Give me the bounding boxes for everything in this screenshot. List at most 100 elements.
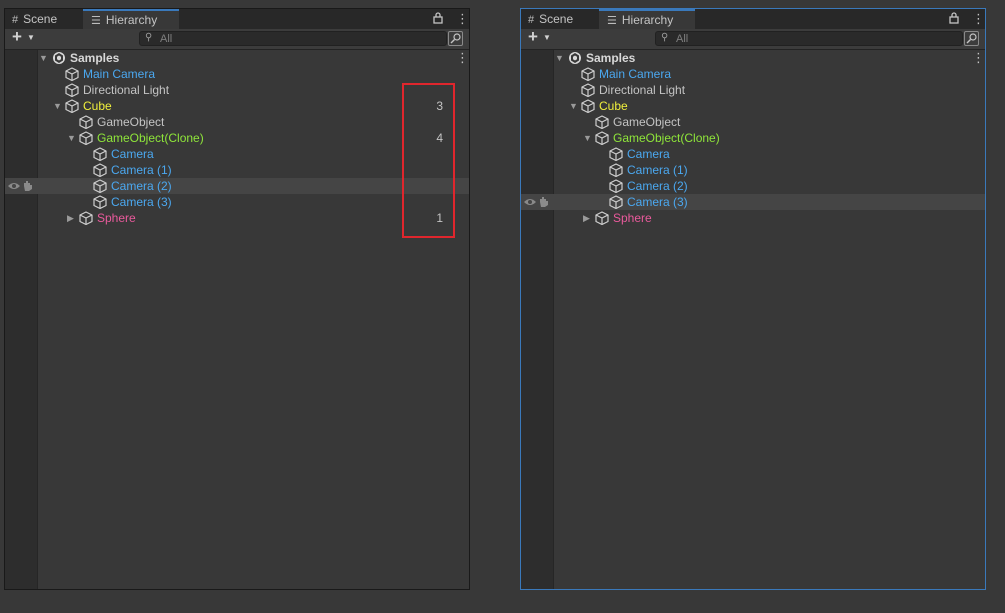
add-button[interactable]: + ▼ (10, 27, 40, 47)
filter-icon[interactable] (964, 31, 979, 46)
tab-bar: # Scene ☰ Hierarchy ⋮ (5, 9, 469, 30)
item-label: Sphere (97, 211, 136, 225)
gameobject-cube-icon (93, 179, 107, 193)
gameobject-cube-icon (595, 115, 609, 129)
tree-item-gameobject-clone[interactable]: ▼ GameObject(Clone) 4 (5, 130, 469, 146)
chevron-down-icon: ▼ (27, 33, 35, 42)
add-button[interactable]: + ▼ (526, 27, 556, 47)
gameobject-cube-icon (65, 99, 79, 113)
collapse-arrow-icon[interactable]: ▼ (53, 98, 62, 114)
tree-item-directional-light[interactable]: Directional Light (5, 82, 469, 98)
tab-scene-label: Scene (539, 12, 574, 26)
tab-scene[interactable]: # Scene (521, 9, 597, 29)
gameobject-cube-icon (65, 83, 79, 97)
item-label: GameObject(Clone) (613, 131, 720, 145)
collapse-arrow-icon[interactable]: ▼ (67, 130, 76, 146)
lock-icon[interactable] (947, 11, 961, 25)
item-label: Camera (2) (627, 179, 688, 193)
gameobject-cube-icon (609, 195, 623, 209)
hierarchy-window-right: #Scene ☰Hierarchy ⋮ +▼ ⚲ ▼ Samples ⋮ Mai… (520, 8, 986, 590)
tree-item-camera-1[interactable]: Camera (1) (521, 162, 985, 178)
tab-hierarchy[interactable]: ☰ Hierarchy (599, 9, 695, 29)
scene-root-label: Samples (586, 51, 636, 65)
visibility-eye-icon[interactable] (523, 197, 537, 207)
search-input[interactable] (160, 32, 430, 45)
tree-item-cube[interactable]: ▼ Cube (521, 98, 985, 114)
tab-bar: # Scene ☰ Hierarchy ⋮ (521, 9, 985, 30)
unity-logo-icon (568, 51, 582, 65)
hierarchy-toolbar: + ▼ ⚲ (521, 27, 985, 50)
more-options-icon[interactable]: ⋮ (972, 12, 985, 25)
tab-hierarchy-label: Hierarchy (105, 13, 158, 27)
item-label: Camera (627, 147, 670, 161)
tree-item-gameobject[interactable]: GameObject (5, 114, 469, 130)
gameobject-cube-icon (79, 131, 93, 145)
item-label: Camera (1) (111, 163, 172, 177)
expand-arrow-icon[interactable]: ▶ (67, 210, 74, 226)
filter-icon[interactable] (448, 31, 463, 46)
hierarchy-list-icon: ☰ (91, 15, 101, 27)
search-icon: ⚲ (661, 32, 669, 43)
gameobject-cube-icon (93, 163, 107, 177)
tab-hierarchy[interactable]: ☰ Hierarchy (83, 9, 179, 29)
tree-item-camera-2[interactable]: Camera (2) (521, 178, 985, 194)
hierarchy-tree: ▼ Samples ⋮ Main Camera Directional Ligh… (521, 50, 985, 589)
collapse-arrow-icon[interactable]: ▼ (555, 50, 564, 66)
visibility-eye-icon[interactable] (7, 181, 21, 191)
tree-item-camera[interactable]: Camera (521, 146, 985, 162)
unity-logo-icon (52, 51, 66, 65)
collapse-arrow-icon[interactable]: ▼ (569, 98, 578, 114)
item-label: Camera (3) (111, 195, 172, 209)
item-label: Directional Light (83, 83, 170, 97)
item-label: Main Camera (599, 67, 672, 81)
tab-hierarchy-label: Hierarchy (621, 13, 674, 27)
gameobject-cube-icon (79, 211, 93, 225)
pick-hand-icon[interactable] (538, 196, 550, 208)
item-label: Directional Light (599, 83, 686, 97)
search-field[interactable]: ⚲ (655, 31, 963, 46)
tree-item-main-camera[interactable]: Main Camera (5, 66, 469, 82)
item-label: Camera (3) (627, 195, 688, 209)
lock-icon[interactable] (431, 11, 445, 25)
tree-item-camera-2[interactable]: Camera (2) (5, 178, 469, 194)
add-icon: + (528, 27, 538, 46)
hierarchy-window-left: #Scene ☰Hierarchy ⋮ +▼ ⚲ ▼ Samples ⋮ Mai… (4, 8, 470, 590)
tree-item-main-camera[interactable]: Main Camera (521, 66, 985, 82)
tree-item-gameobject-clone[interactable]: ▼ GameObject(Clone) (521, 130, 985, 146)
gameobject-cube-icon (609, 179, 623, 193)
tab-scene-label: Scene (23, 12, 58, 26)
scene-root-row[interactable]: ▼ Samples ⋮ (521, 50, 985, 66)
more-options-icon[interactable]: ⋮ (456, 12, 469, 25)
tree-item-directional-light[interactable]: Directional Light (521, 82, 985, 98)
scene-root-row[interactable]: ▼ Samples ⋮ (5, 50, 469, 66)
collapse-arrow-icon[interactable]: ▼ (583, 130, 592, 146)
tree-item-camera-1[interactable]: Camera (1) (5, 162, 469, 178)
item-label: Camera (1) (627, 163, 688, 177)
gameobject-cube-icon (595, 211, 609, 225)
more-options-icon[interactable]: ⋮ (456, 51, 469, 64)
collapse-arrow-icon[interactable]: ▼ (39, 50, 48, 66)
hierarchy-tree: ▼ Samples ⋮ Main Camera Directional Ligh… (5, 50, 469, 589)
more-options-icon[interactable]: ⋮ (972, 51, 985, 64)
scene-root-label: Samples (70, 51, 120, 65)
search-field[interactable]: ⚲ (139, 31, 447, 46)
tree-item-cube[interactable]: ▼ Cube 3 (5, 98, 469, 114)
hierarchy-toolbar: + ▼ ⚲ (5, 27, 469, 50)
add-icon: + (12, 27, 22, 46)
tree-item-sphere[interactable]: ▶ Sphere 1 (5, 210, 469, 226)
tree-item-camera-3[interactable]: Camera (3) (521, 194, 985, 210)
gameobject-cube-icon (93, 195, 107, 209)
tree-item-gameobject[interactable]: GameObject (521, 114, 985, 130)
item-label: Main Camera (83, 67, 156, 81)
expand-arrow-icon[interactable]: ▶ (583, 210, 590, 226)
search-input[interactable] (676, 32, 946, 45)
tree-item-camera-3[interactable]: Camera (3) (5, 194, 469, 210)
gameobject-cube-icon (609, 147, 623, 161)
gameobject-cube-icon (581, 67, 595, 81)
tab-scene[interactable]: # Scene (5, 9, 81, 29)
item-label: Camera (111, 147, 154, 161)
tree-item-camera[interactable]: Camera (5, 146, 469, 162)
pick-hand-icon[interactable] (22, 180, 34, 192)
tree-item-sphere[interactable]: ▶ Sphere (521, 210, 985, 226)
gameobject-cube-icon (581, 83, 595, 97)
